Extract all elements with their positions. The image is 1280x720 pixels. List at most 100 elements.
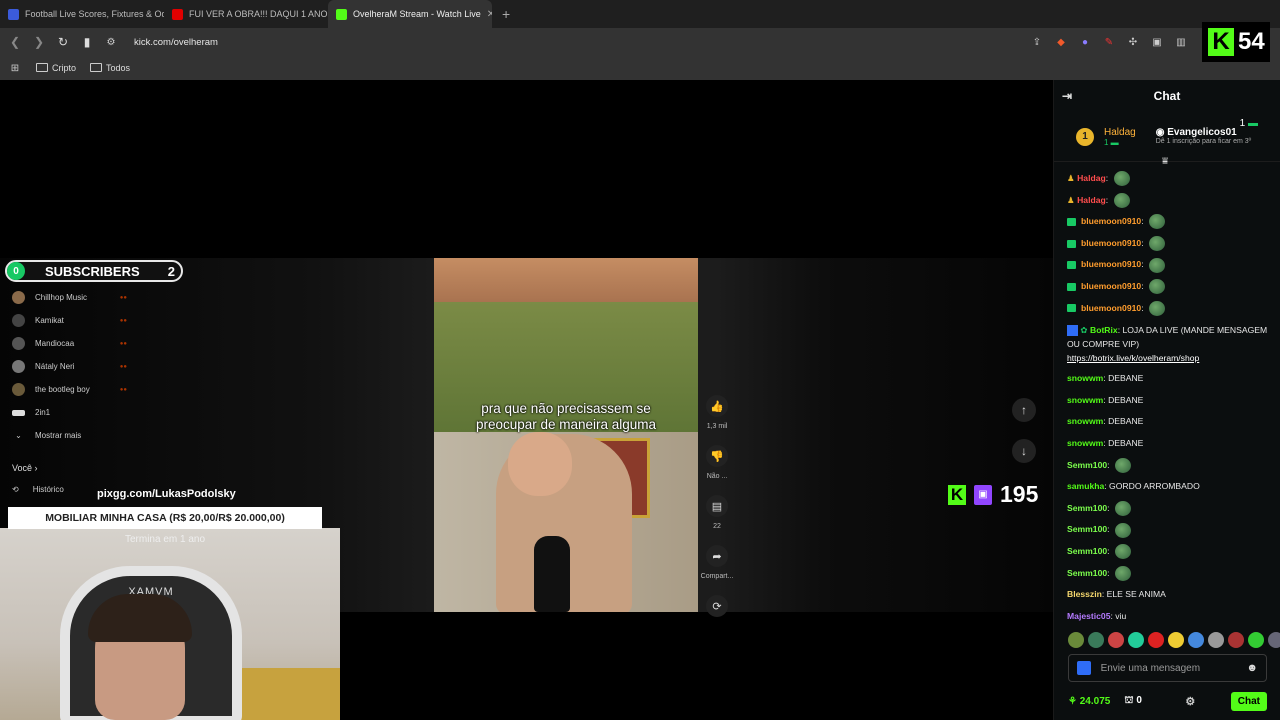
wallet-icon[interactable]: ▣: [1150, 35, 1164, 49]
live-dot-icon: ●●: [119, 363, 127, 370]
back-icon[interactable]: ❮: [8, 35, 22, 49]
avatar: [12, 360, 25, 373]
live-dot-icon: ●●: [119, 340, 127, 347]
chat-username[interactable]: bluemoon0910: [1081, 303, 1141, 313]
emote-icon[interactable]: [1188, 632, 1204, 648]
collapse-chat-icon[interactable]: ⇥: [1062, 89, 1072, 103]
chat-username[interactable]: samukha: [1067, 481, 1104, 491]
send-chat-button[interactable]: Chat: [1230, 691, 1267, 711]
pepe-emote-icon: [1114, 544, 1131, 560]
arrow-down-icon: ↓: [1021, 444, 1027, 458]
chat-text: DEBANE: [1108, 437, 1144, 448]
url-field[interactable]: kick.com/ovelheram: [134, 37, 218, 48]
channel-name: Nátaly Neri: [35, 362, 75, 371]
emote-icon[interactable]: [1268, 632, 1280, 648]
chat-username[interactable]: Blesszin: [1067, 589, 1102, 599]
comments-button[interactable]: ▤ 22: [706, 495, 728, 539]
pepe-emote-icon: [1114, 500, 1131, 516]
chat-message-input[interactable]: [1100, 662, 1237, 674]
chat-text: DEBANE: [1108, 373, 1144, 384]
tab-title: FUI VER A OBRA!!! DAQUI 1 ANO VOU: [189, 9, 328, 19]
history-icon: ⟲: [12, 485, 19, 494]
puzzle-icon[interactable]: ✣: [1126, 35, 1140, 49]
shop-link[interactable]: https://botrix.live/k/ovelheram/shop: [1067, 353, 1199, 363]
twitch-logo-icon: ▣: [974, 484, 992, 505]
show-more-label: Mostrar mais: [35, 431, 82, 440]
chat-text: DEBANE: [1108, 416, 1144, 427]
extension-red-icon[interactable]: ✎: [1102, 35, 1116, 49]
emoji-picker-icon[interactable]: ☻: [1246, 662, 1258, 674]
list-item: 2in1: [12, 401, 127, 424]
chat-username[interactable]: Semm100: [1067, 546, 1107, 556]
like-count: 1,3 mil: [706, 423, 728, 430]
emote-icon[interactable]: [1248, 632, 1264, 648]
tab-youtube[interactable]: FUI VER A OBRA!!! DAQUI 1 ANO VOU: [164, 0, 328, 28]
bookmark-cripto[interactable]: Cripto: [36, 63, 76, 73]
bookmark-todos[interactable]: Todos: [90, 63, 130, 73]
chat-username[interactable]: BotRix: [1090, 325, 1118, 335]
apps-grid-icon[interactable]: ⊞: [8, 61, 22, 75]
bookmark-icon[interactable]: ▮: [80, 35, 94, 49]
reload-icon[interactable]: ↻: [56, 35, 70, 49]
next-short-button[interactable]: ↓: [1012, 439, 1036, 463]
share-button[interactable]: ➦ Compart...: [701, 545, 733, 589]
chat-message: ♟ Haldag:: [1067, 190, 1268, 212]
stream-player[interactable]: 0 SUBSCRIBERS 2 Chillhop Music ●● Kamikat…: [0, 80, 1053, 720]
like-button[interactable]: 👍 1,3 mil: [706, 395, 728, 439]
chat-username[interactable]: bluemoon0910: [1081, 216, 1141, 226]
chat-username[interactable]: Haldag: [1077, 195, 1106, 205]
top-gifter: Haldag 1 ▬: [1104, 127, 1136, 147]
brave-shield-icon[interactable]: ◆: [1054, 35, 1068, 49]
emote-icon[interactable]: [1168, 632, 1184, 648]
share-icon[interactable]: ⇪: [1030, 35, 1044, 49]
tab-football[interactable]: Football Live Scores, Fixtures & Odds: [0, 0, 164, 28]
chat-username[interactable]: snowwm: [1067, 416, 1103, 426]
chat-username[interactable]: bluemoon0910: [1081, 281, 1141, 291]
channel-points[interactable]: ⚘ 24.075: [1068, 696, 1110, 707]
person-head: [508, 432, 572, 496]
tab-kick[interactable]: OvelheraM Stream - Watch Live ✕: [328, 0, 492, 28]
emote-icon[interactable]: [1108, 632, 1124, 648]
emote-icon[interactable]: [1088, 632, 1104, 648]
chat-username[interactable]: Majestic05: [1067, 611, 1110, 621]
kick-viewer-badge: K 54: [1202, 22, 1270, 62]
shorts-video[interactable]: pra que não precisassem se preocupar de …: [434, 258, 698, 612]
emote-icon[interactable]: [1128, 632, 1144, 648]
expand-pinned-icon[interactable]: ⩸: [1162, 156, 1168, 167]
chat-username[interactable]: Semm100: [1067, 503, 1107, 513]
previous-short-button[interactable]: ↑: [1012, 398, 1036, 422]
chat-settings-icon[interactable]: ⚙: [1185, 695, 1195, 708]
botrix-icon[interactable]: [1077, 661, 1091, 675]
emote-icon[interactable]: [1228, 632, 1244, 648]
sidebar-icon[interactable]: ▥: [1174, 35, 1188, 49]
chat-username[interactable]: snowwm: [1067, 438, 1103, 448]
extension-icon[interactable]: ●: [1078, 35, 1092, 49]
new-tab-button[interactable]: +: [492, 6, 520, 22]
pepe-emote-icon: [1114, 565, 1131, 581]
live-dot-icon: ●●: [119, 294, 127, 301]
chat-username[interactable]: Haldag: [1077, 173, 1106, 183]
remix-button[interactable]: ⟳: [706, 595, 728, 639]
site-info-icon[interactable]: ⚙: [104, 35, 118, 49]
list-item: Mandiocaa ●●: [12, 332, 127, 355]
chat-title: Chat: [1153, 89, 1181, 103]
chat-username[interactable]: bluemoon0910: [1081, 238, 1141, 248]
dislike-button[interactable]: 👎 Não ...: [706, 445, 728, 489]
chat-username[interactable]: Semm100: [1067, 524, 1107, 534]
chat-username[interactable]: snowwm: [1067, 395, 1103, 405]
channel-name: the bootleg boy: [35, 385, 90, 394]
chat-username[interactable]: Semm100: [1067, 460, 1107, 470]
emote-icon[interactable]: [1208, 632, 1224, 648]
emote-icon[interactable]: [1068, 632, 1084, 648]
pepe-emote-icon: [1114, 522, 1131, 538]
kick-logo-icon: K: [1208, 28, 1234, 56]
gift-count[interactable]: ⛫ 0: [1124, 695, 1142, 708]
chat-username[interactable]: bluemoon0910: [1081, 259, 1141, 269]
emote-icon[interactable]: [1148, 632, 1164, 648]
list-item: Kamikat ●●: [12, 309, 127, 332]
chat-username[interactable]: Semm100: [1067, 568, 1107, 578]
chat-message: snowwm: DEBANE: [1067, 437, 1144, 448]
forward-icon[interactable]: ❯: [32, 35, 46, 49]
chat-username[interactable]: snowwm: [1067, 373, 1103, 383]
list-item: Nátaly Neri ●●: [12, 355, 127, 378]
